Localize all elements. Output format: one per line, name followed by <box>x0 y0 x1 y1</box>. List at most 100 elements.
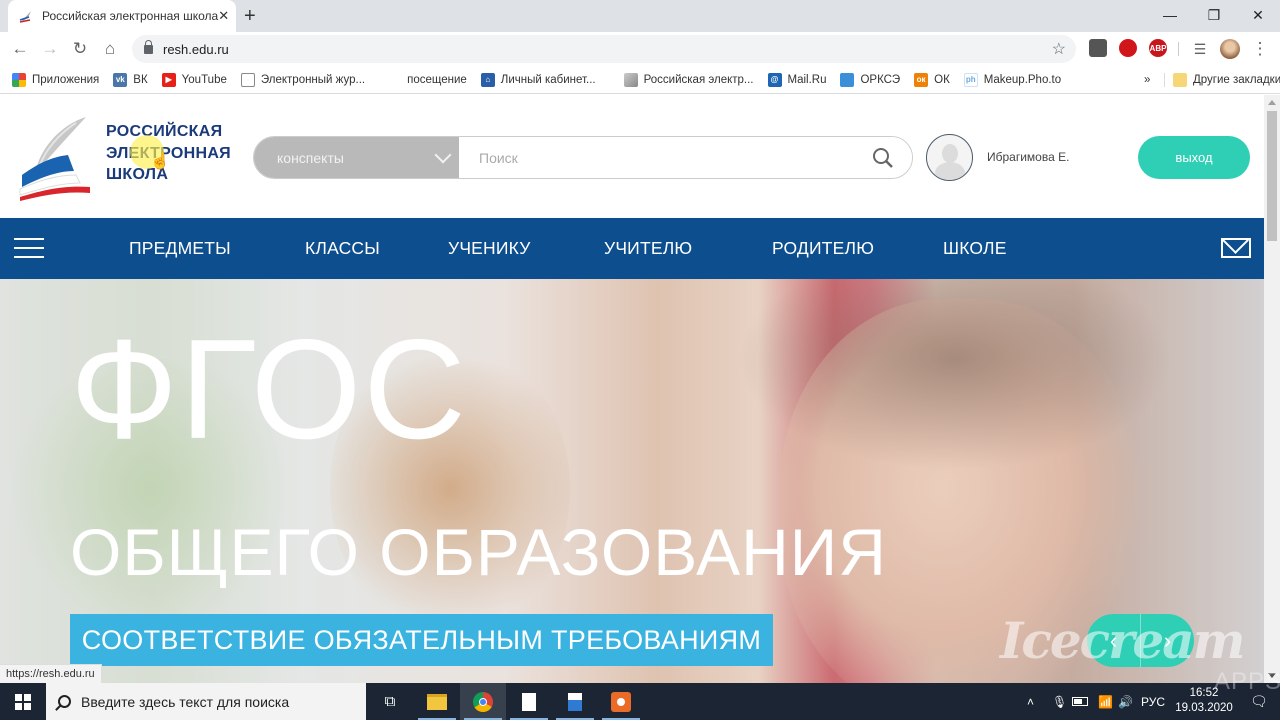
folder-icon <box>1173 72 1187 87</box>
hamburger-menu-icon[interactable] <box>14 238 44 260</box>
bookmark-journal[interactable]: Электронный жур... <box>240 72 365 87</box>
watermark: Icecream <box>1000 611 1246 670</box>
bookmark-apps[interactable]: Приложения <box>12 72 99 87</box>
hand-cursor-icon: ☝ <box>150 153 170 170</box>
taskbar-chrome[interactable] <box>460 683 506 720</box>
browser-toolbar: ← → ↻ ⌂ resh.edu.ru ☆ ABP ☰ ⋮ <box>0 32 1280 66</box>
youtube-icon: ▶ <box>161 72 176 87</box>
logout-button[interactable]: выход <box>1138 136 1250 179</box>
user-avatar[interactable] <box>926 134 973 181</box>
profile-avatar[interactable] <box>1220 39 1240 59</box>
document-icon <box>240 72 255 87</box>
chrome-menu-icon[interactable]: ⋮ <box>1245 34 1275 64</box>
recorder-icon <box>611 691 631 712</box>
bookmark-attendance[interactable]: посещение <box>407 74 467 86</box>
scrollbar-thumb[interactable] <box>1267 111 1277 241</box>
taskbar-screen-recorder[interactable] <box>598 683 644 720</box>
close-window-button[interactable]: ✕ <box>1236 0 1280 30</box>
bookmark-ok[interactable]: ок ОК <box>914 72 950 87</box>
nav-school[interactable]: ШКОЛЕ <box>943 238 1007 259</box>
taskbar-search[interactable]: Введите здесь текст для поиска <box>46 683 366 720</box>
hero-banner: ФГОС ОБЩЕГО ОБРАЗОВАНИЯ СООТВЕТСТВИЕ ОБЯ… <box>0 279 1264 683</box>
odnoklassniki-icon: ок <box>914 72 929 87</box>
nav-teacher[interactable]: УЧИТЕЛЮ <box>604 238 692 259</box>
bookmark-resh[interactable]: Российская электр... <box>623 72 754 87</box>
folder-icon <box>427 693 447 710</box>
nav-student[interactable]: УЧЕНИКУ <box>448 238 531 259</box>
address-url[interactable]: resh.edu.ru <box>163 42 229 57</box>
nav-parent[interactable]: РОДИТЕЛЮ <box>772 238 874 259</box>
bookmark-youtube[interactable]: ▶ YouTube <box>161 72 227 87</box>
bookmark-personal-cabinet[interactable]: ⌂ Личный кабинет... <box>480 72 596 87</box>
bookmark-star-icon[interactable]: ☆ <box>1052 39 1066 59</box>
resh-logo-icon[interactable] <box>16 113 92 201</box>
link-status-bar: https://resh.edu.ru <box>0 664 102 684</box>
sound-extension-icon[interactable] <box>1089 39 1107 57</box>
start-button[interactable] <box>0 683 46 720</box>
hero-band[interactable]: СООТВЕТСТВИЕ ОБЯЗАТЕЛЬНЫМ ТРЕБОВАНИЯМ <box>70 614 773 666</box>
image-file-icon <box>568 692 582 711</box>
adblock-plus-icon[interactable]: ABP <box>1149 39 1167 57</box>
battery-icon[interactable] <box>1072 683 1088 720</box>
new-tab-button[interactable]: + <box>244 5 256 28</box>
restore-button[interactable]: ❐ <box>1192 0 1236 30</box>
mail-icon[interactable] <box>1221 238 1251 258</box>
task-view-icon: ⧉ <box>384 693 396 710</box>
search-icon[interactable] <box>872 147 894 169</box>
bank-icon: ⌂ <box>480 72 495 87</box>
minimize-button[interactable]: — <box>1148 0 1192 30</box>
web-page: РОССИЙСКАЯ ЭЛЕКТРОННАЯ ШКОЛА ☝ конспекты… <box>0 95 1264 683</box>
hero-title: ФГОС <box>70 310 468 469</box>
wifi-icon[interactable]: 📶 <box>1098 683 1113 720</box>
other-bookmarks[interactable]: Другие закладки <box>1164 72 1280 87</box>
browser-tab-strip: Российская электронная школа ✕ + — ❐ ✕ <box>0 0 1280 32</box>
more-bookmarks-button[interactable]: » <box>1144 74 1150 86</box>
watermark-apps: APPS <box>1214 668 1280 695</box>
tab-close-icon[interactable]: ✕ <box>218 8 229 24</box>
hero-subtitle: ОБЩЕГО ОБРАЗОВАНИЯ <box>70 515 887 589</box>
home-button[interactable]: ⌂ <box>95 34 125 64</box>
back-button[interactable]: ← <box>5 34 35 64</box>
search-category-select[interactable]: конспекты <box>254 137 459 178</box>
windows-taskbar: Введите здесь текст для поиска ⧉ ˄ 🎙 📶 🔊… <box>0 683 1280 720</box>
search-input[interactable] <box>459 137 912 178</box>
orkse-icon <box>840 72 855 87</box>
nav-classes[interactable]: КЛАССЫ <box>305 238 380 259</box>
site-search: конспекты <box>253 136 913 179</box>
apps-grid-icon <box>12 72 26 87</box>
search-icon <box>58 695 71 708</box>
main-nav: ПРЕДМЕТЫ КЛАССЫ УЧЕНИКУ УЧИТЕЛЮ РОДИТЕЛЮ… <box>0 218 1264 279</box>
vk-icon: vk <box>113 72 128 87</box>
task-view-button[interactable]: ⧉ <box>367 683 413 720</box>
nav-subjects[interactable]: ПРЕДМЕТЫ <box>129 238 231 259</box>
lock-icon <box>144 39 153 54</box>
chevron-down-icon <box>434 146 452 164</box>
microphone-icon[interactable]: 🎙 <box>1052 683 1067 720</box>
windows-logo-icon <box>15 693 31 710</box>
opera-adblock-icon[interactable] <box>1119 39 1137 57</box>
bookmark-mailru[interactable]: @ Mail.Ru <box>767 72 826 87</box>
username[interactable]: Ибрагимова Е. <box>987 150 1069 164</box>
taskbar-photos[interactable] <box>552 683 598 720</box>
scroll-up-arrow-icon[interactable] <box>1268 100 1276 105</box>
bookmark-vk[interactable]: vk ВК <box>113 72 148 87</box>
toolbar-divider <box>1178 42 1179 56</box>
media-control-icon[interactable]: ☰ <box>1185 34 1215 64</box>
page-scrollbar[interactable] <box>1264 95 1280 683</box>
resh-favicon-icon <box>18 8 34 24</box>
bookmark-orkse[interactable]: ОРКСЭ <box>840 72 900 87</box>
browser-tab[interactable]: Российская электронная школа ✕ <box>8 0 236 32</box>
address-bar[interactable]: resh.edu.ru ☆ <box>132 35 1076 63</box>
reload-button[interactable]: ↻ <box>65 34 95 64</box>
tray-overflow-icon[interactable]: ˄ <box>1027 683 1034 720</box>
bookmark-makeup[interactable]: ph Makeup.Pho.to <box>963 72 1061 87</box>
volume-icon[interactable]: 🔊 <box>1118 683 1133 720</box>
forward-button[interactable]: → <box>35 34 65 64</box>
blank-document-icon <box>522 692 536 711</box>
mailru-icon: @ <box>767 72 782 87</box>
taskbar-file-explorer[interactable] <box>414 683 460 720</box>
bookmarks-bar: Приложения vk ВК ▶ YouTube Электронный ж… <box>0 66 1280 94</box>
taskbar-document[interactable] <box>506 683 552 720</box>
language-indicator[interactable]: РУС <box>1141 683 1165 720</box>
chrome-icon <box>473 691 493 712</box>
